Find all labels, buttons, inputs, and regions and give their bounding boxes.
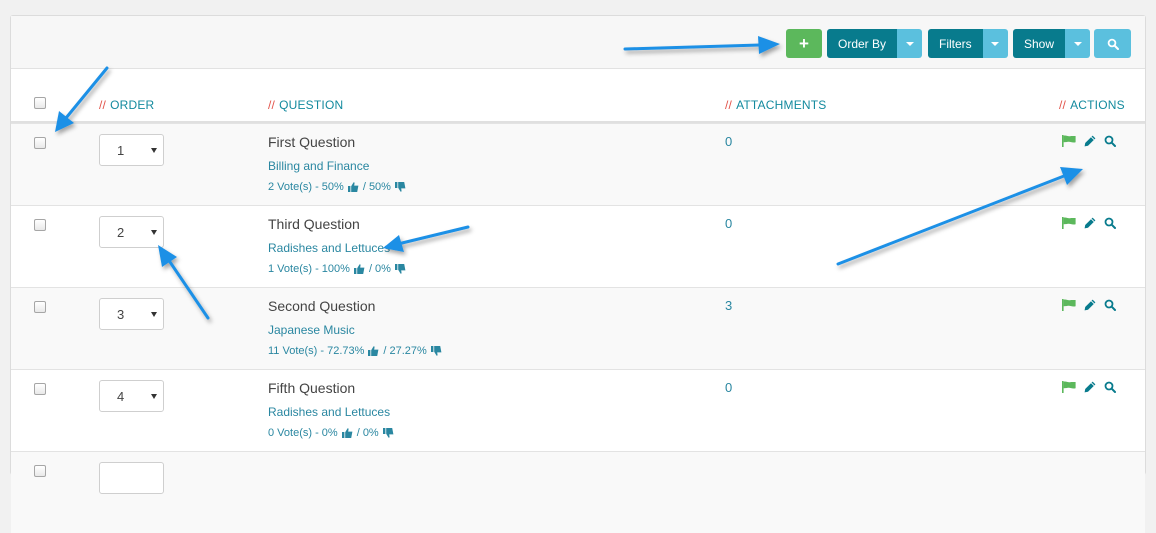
row-checkbox[interactable] — [34, 301, 46, 313]
edit-button[interactable] — [1084, 381, 1096, 393]
thumbs-down-icon — [430, 346, 442, 356]
table-header: //ORDER //QUESTION //ATTACHMENTS //ACTIO… — [11, 69, 1145, 123]
caret-down-icon — [151, 394, 157, 399]
edit-button[interactable] — [1084, 217, 1096, 229]
view-button[interactable] — [1104, 217, 1116, 229]
order-select[interactable]: 1 — [99, 134, 164, 166]
header-actions: //ACTIONS — [1059, 98, 1125, 112]
pencil-icon — [1084, 299, 1096, 311]
table-row: 1 First Question Billing and Finance 2 V… — [11, 123, 1145, 205]
flag-button[interactable] — [1062, 299, 1076, 311]
question-title: Fifth Question — [268, 380, 356, 396]
flag-icon — [1062, 299, 1076, 311]
attachments-count: 0 — [725, 134, 733, 149]
toolbar: + Order By Filters Show — [11, 16, 1145, 69]
pencil-icon — [1084, 217, 1096, 229]
flag-button[interactable] — [1062, 381, 1076, 393]
header-attachments[interactable]: //ATTACHMENTS — [725, 98, 827, 112]
caret-down-icon — [151, 148, 157, 153]
view-button[interactable] — [1104, 135, 1116, 147]
filters-toggle[interactable] — [982, 29, 1008, 58]
row-checkbox[interactable] — [34, 219, 46, 231]
order-select[interactable] — [99, 462, 164, 494]
flag-icon — [1062, 381, 1076, 393]
row-actions — [1062, 135, 1124, 147]
show-button[interactable]: Show — [1013, 29, 1066, 58]
pencil-icon — [1084, 135, 1096, 147]
edit-button[interactable] — [1084, 135, 1096, 147]
row-checkbox[interactable] — [34, 383, 46, 395]
show-toggle[interactable] — [1065, 29, 1091, 58]
flag-icon — [1062, 135, 1076, 147]
search-button[interactable] — [1094, 29, 1131, 58]
row-checkbox[interactable] — [34, 137, 46, 149]
thumbs-down-icon — [382, 428, 394, 438]
caret-down-icon — [1073, 41, 1082, 46]
thumbs-up-icon — [368, 346, 379, 356]
table-row: 4 Fifth Question Radishes and Lettuces 0… — [11, 369, 1145, 451]
attachments-count[interactable]: 3 — [725, 298, 732, 313]
select-all-checkbox[interactable] — [34, 97, 46, 109]
pencil-icon — [1084, 381, 1096, 393]
flag-icon — [1062, 217, 1076, 229]
questions-panel: + Order By Filters Show //ORDER //QUESTI… — [10, 15, 1146, 533]
question-title: Second Question — [268, 298, 376, 314]
row-actions — [1062, 217, 1124, 229]
show-dropdown[interactable]: Show — [1013, 29, 1091, 58]
question-votes: 0 Vote(s) - 0% / 0% — [268, 427, 398, 439]
order-select[interactable]: 3 — [99, 298, 164, 330]
attachments-count: 0 — [725, 216, 733, 231]
filters-dropdown[interactable]: Filters — [928, 29, 1008, 58]
header-question[interactable]: //QUESTION — [268, 98, 343, 112]
question-category-link[interactable]: Japanese Music — [268, 323, 355, 337]
thumbs-up-icon — [347, 182, 359, 192]
question-votes: 1 Vote(s) - 100% / 0% — [268, 263, 410, 275]
question-votes: 2 Vote(s) - 50% / 50% — [268, 181, 410, 193]
row-actions — [1062, 299, 1124, 311]
search-icon — [1104, 381, 1116, 393]
order-by-button[interactable]: Order By — [827, 29, 898, 58]
edit-button[interactable] — [1084, 299, 1096, 311]
row-checkbox[interactable] — [34, 465, 46, 477]
question-category-link[interactable]: Radishes and Lettuces — [268, 405, 390, 419]
question-votes: 11 Vote(s) - 72.73% / 27.27% — [268, 345, 446, 357]
caret-down-icon — [905, 41, 914, 46]
view-button[interactable] — [1104, 299, 1116, 311]
thumbs-up-icon — [341, 428, 353, 438]
order-by-toggle[interactable] — [897, 29, 923, 58]
flag-button[interactable] — [1062, 135, 1076, 147]
flag-button[interactable] — [1062, 217, 1076, 229]
thumbs-up-icon — [353, 264, 365, 274]
caret-down-icon — [991, 41, 1000, 46]
header-order[interactable]: //ORDER — [99, 98, 154, 112]
row-actions — [1062, 381, 1124, 393]
order-select[interactable]: 2 — [99, 216, 164, 248]
table-row — [11, 451, 1145, 533]
order-by-dropdown[interactable]: Order By — [827, 29, 923, 58]
filters-button[interactable]: Filters — [928, 29, 983, 58]
search-icon — [1104, 135, 1116, 147]
search-icon — [1107, 38, 1119, 50]
question-category-link[interactable]: Billing and Finance — [268, 159, 369, 173]
view-button[interactable] — [1104, 381, 1116, 393]
question-title: Third Question — [268, 216, 360, 232]
search-icon — [1104, 217, 1116, 229]
attachments-count: 0 — [725, 380, 733, 395]
table-row: 2 Third Question Radishes and Lettuces 1… — [11, 205, 1145, 287]
question-title: First Question — [268, 134, 356, 150]
caret-down-icon — [151, 230, 157, 235]
question-category-link[interactable]: Radishes and Lettuces — [268, 241, 390, 255]
thumbs-down-icon — [394, 264, 406, 274]
plus-icon: + — [799, 33, 809, 53]
order-select[interactable]: 4 — [99, 380, 164, 412]
thumbs-down-icon — [394, 182, 406, 192]
caret-down-icon — [151, 312, 157, 317]
table-row: 3 Second Question Japanese Music 11 Vote… — [11, 287, 1145, 369]
search-icon — [1104, 299, 1116, 311]
add-button[interactable]: + — [786, 29, 822, 58]
